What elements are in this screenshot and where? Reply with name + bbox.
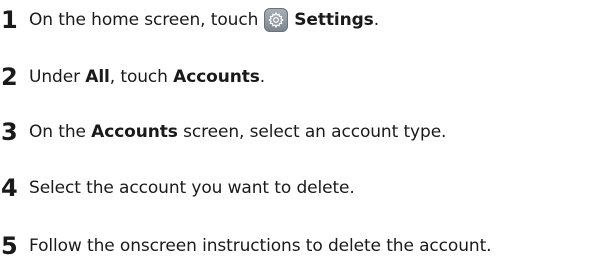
- step-3-text-pre: On the: [29, 122, 92, 142]
- accounts-label: Accounts: [173, 67, 260, 87]
- step-1-text-post: .: [373, 10, 380, 30]
- step-text: Select the account you want to delete.: [29, 178, 355, 198]
- step-number: 1: [1, 6, 18, 34]
- step-2-text-pre: Under: [29, 67, 86, 87]
- step-4: 4 Select the account you want to delete.: [0, 176, 355, 200]
- step-1-text-pre: On the home screen, touch: [29, 10, 259, 30]
- step-number: 4: [1, 174, 18, 202]
- settings-gear-icon: [264, 8, 289, 32]
- settings-label: Settings: [294, 10, 374, 30]
- all-label: All: [85, 67, 110, 87]
- step-2: 2 Under All , touch Accounts .: [0, 65, 265, 89]
- step-number: 5: [1, 232, 18, 260]
- step-2-text-mid: , touch: [109, 67, 174, 87]
- step-text: On the home screen, touch Settings .: [29, 8, 379, 32]
- accounts-screen-label: Accounts: [91, 122, 178, 142]
- step-3: 3 On the Accounts screen, select an acco…: [0, 120, 446, 144]
- step-text: On the Accounts screen, select an accoun…: [29, 120, 446, 144]
- step-1: 1 On the home screen, touch Settings .: [0, 8, 379, 32]
- step-5: 5 Follow the onscreen instructions to de…: [0, 232, 492, 260]
- step-number: 2: [1, 63, 18, 91]
- step-text: Follow the onscreen instructions to dele…: [29, 236, 492, 256]
- step-text: Under All , touch Accounts .: [29, 65, 265, 89]
- step-3-text-post: screen, select an account type.: [177, 122, 447, 142]
- step-2-text-post: .: [259, 67, 266, 87]
- step-number: 3: [1, 118, 18, 146]
